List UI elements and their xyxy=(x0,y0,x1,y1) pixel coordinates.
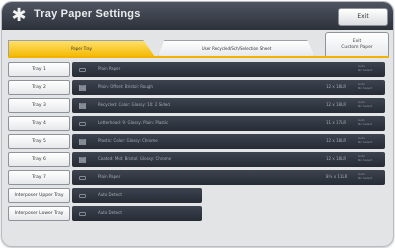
tab-underline xyxy=(8,56,389,58)
tray-info-panel[interactable]: ▭ Plain Paper Auto No Select xyxy=(72,62,385,77)
table-row: Interposer Lower Tray ▭ Auto Detect xyxy=(8,206,389,221)
tray-note: Auto No Select xyxy=(358,136,373,144)
tray-info-panel[interactable]: ▤ Recycled: Color: Glossy: 10: 2 Sided 1… xyxy=(72,98,385,113)
table-row: Tray 5 ▤ Plastic: Color: Glossy: Chrome … xyxy=(8,134,389,149)
paper-type: Letterhead: 9: Glossy: Plain: Plastic xyxy=(98,120,169,125)
table-row: Tray 2 ▤ Plain: Offset: Bristol: Rough 1… xyxy=(8,80,389,95)
paper-size: 12 x 18LR xyxy=(326,138,347,143)
tray-button[interactable]: Tray 7 xyxy=(8,170,70,185)
table-row: Tray 7 ▭ Plain Paper 8½ x 11LR Auto No S… xyxy=(8,170,389,185)
exit-custom-paper-label-2: Custom Paper xyxy=(341,45,373,50)
plain-paper-icon: ▭ xyxy=(78,173,87,182)
table-row: Tray 3 ▤ Recycled: Color: Glossy: 10: 2 … xyxy=(8,98,389,113)
gear-icon: ✱ xyxy=(11,5,27,26)
tray-paper-settings-window: ✱ Tray Paper Settings Exit Exit Custom P… xyxy=(1,1,394,247)
tab-paper-tray[interactable]: Paper Tray xyxy=(8,40,155,57)
paper-type: Coated: Mid: Bristol: Glossy: Chrome xyxy=(98,156,172,161)
exit-button[interactable]: Exit xyxy=(338,8,388,26)
tray-info-panel[interactable]: ▤ Coated: Mid: Bristol: Glossy: Chrome 1… xyxy=(72,152,385,167)
paper-size: 12 x 18LR xyxy=(326,102,347,107)
tray-info-panel[interactable]: ▭ Letterhead: 9: Glossy: Plain: Plastic … xyxy=(72,116,385,131)
tray-button[interactable]: Tray 5 xyxy=(8,134,70,149)
paper-size: 12 x 18LR xyxy=(326,84,347,89)
tab-recycled-selection-sheet[interactable]: User Recycled/Sch/Selection Sheet xyxy=(158,40,315,57)
tray-note: Auto No Select xyxy=(358,172,373,180)
tray-note: Auto No Select xyxy=(358,100,373,108)
tray-note: Auto No Select xyxy=(358,64,373,72)
tray-note: Auto No Select xyxy=(358,118,373,126)
tray-info-panel[interactable]: ▤ Plain: Offset: Bristol: Rough 12 x 18L… xyxy=(72,80,385,95)
special-paper-icon: ▤ xyxy=(78,83,87,92)
tray-button[interactable]: Tray 6 xyxy=(8,152,70,167)
paper-type: Plain: Offset: Bristol: Rough xyxy=(98,84,153,89)
plain-paper-icon: ▭ xyxy=(78,191,87,200)
title-bar: ✱ Tray Paper Settings Exit xyxy=(2,2,393,30)
tray-note: Auto No Select xyxy=(358,82,373,90)
tray-info-panel[interactable]: ▭ Auto Detect xyxy=(72,188,202,203)
exit-custom-paper-button[interactable]: Exit Custom Paper xyxy=(325,32,389,58)
paper-type: Plastic: Color: Glossy: Chrome xyxy=(98,138,158,143)
paper-type: Plain Paper xyxy=(98,66,121,71)
paper-type: Auto Detect xyxy=(98,210,122,215)
table-row: Interposer Upper Tray ▭ Auto Detect xyxy=(8,188,389,203)
tab-bar: Paper Tray User Recycled/Sch/Selection S… xyxy=(8,40,323,57)
plain-paper-icon: ▭ xyxy=(78,65,87,74)
tray-info-panel[interactable]: ▭ Plain Paper 8½ x 11LR Auto No Select xyxy=(72,170,385,185)
special-paper-icon: ▤ xyxy=(78,137,87,146)
tray-button[interactable]: Interposer Lower Tray xyxy=(8,206,70,221)
tray-button[interactable]: Tray 2 xyxy=(8,80,70,95)
table-row: Tray 4 ▭ Letterhead: 9: Glossy: Plain: P… xyxy=(8,116,389,131)
paper-type: Plain Paper xyxy=(98,174,121,179)
special-paper-icon: ▤ xyxy=(78,155,87,164)
special-paper-icon: ▤ xyxy=(78,101,87,110)
paper-size: 12 x 18LR xyxy=(326,156,347,161)
paper-size: 8½ x 11LR xyxy=(326,174,348,179)
plain-paper-icon: ▭ xyxy=(78,119,87,128)
tray-info-panel[interactable]: ▤ Plastic: Color: Glossy: Chrome 12 x 18… xyxy=(72,134,385,149)
table-row: Tray 1 ▭ Plain Paper Auto No Select xyxy=(8,62,389,77)
tray-note: Auto No Select xyxy=(358,154,373,162)
paper-type: Recycled: Color: Glossy: 10: 2 Sided xyxy=(98,102,170,107)
tray-button[interactable]: Tray 3 xyxy=(8,98,70,113)
tray-button[interactable]: Tray 1 xyxy=(8,62,70,77)
paper-size: 11 x 17LR xyxy=(326,120,347,125)
paper-type: Auto Detect xyxy=(98,192,122,197)
tray-info-panel[interactable]: ▭ Auto Detect xyxy=(72,206,202,221)
plain-paper-icon: ▭ xyxy=(78,209,87,218)
page-title: Tray Paper Settings xyxy=(34,8,141,20)
tray-button[interactable]: Interposer Upper Tray xyxy=(8,188,70,203)
tray-button[interactable]: Tray 4 xyxy=(8,116,70,131)
table-row: Tray 6 ▤ Coated: Mid: Bristol: Glossy: C… xyxy=(8,152,389,167)
